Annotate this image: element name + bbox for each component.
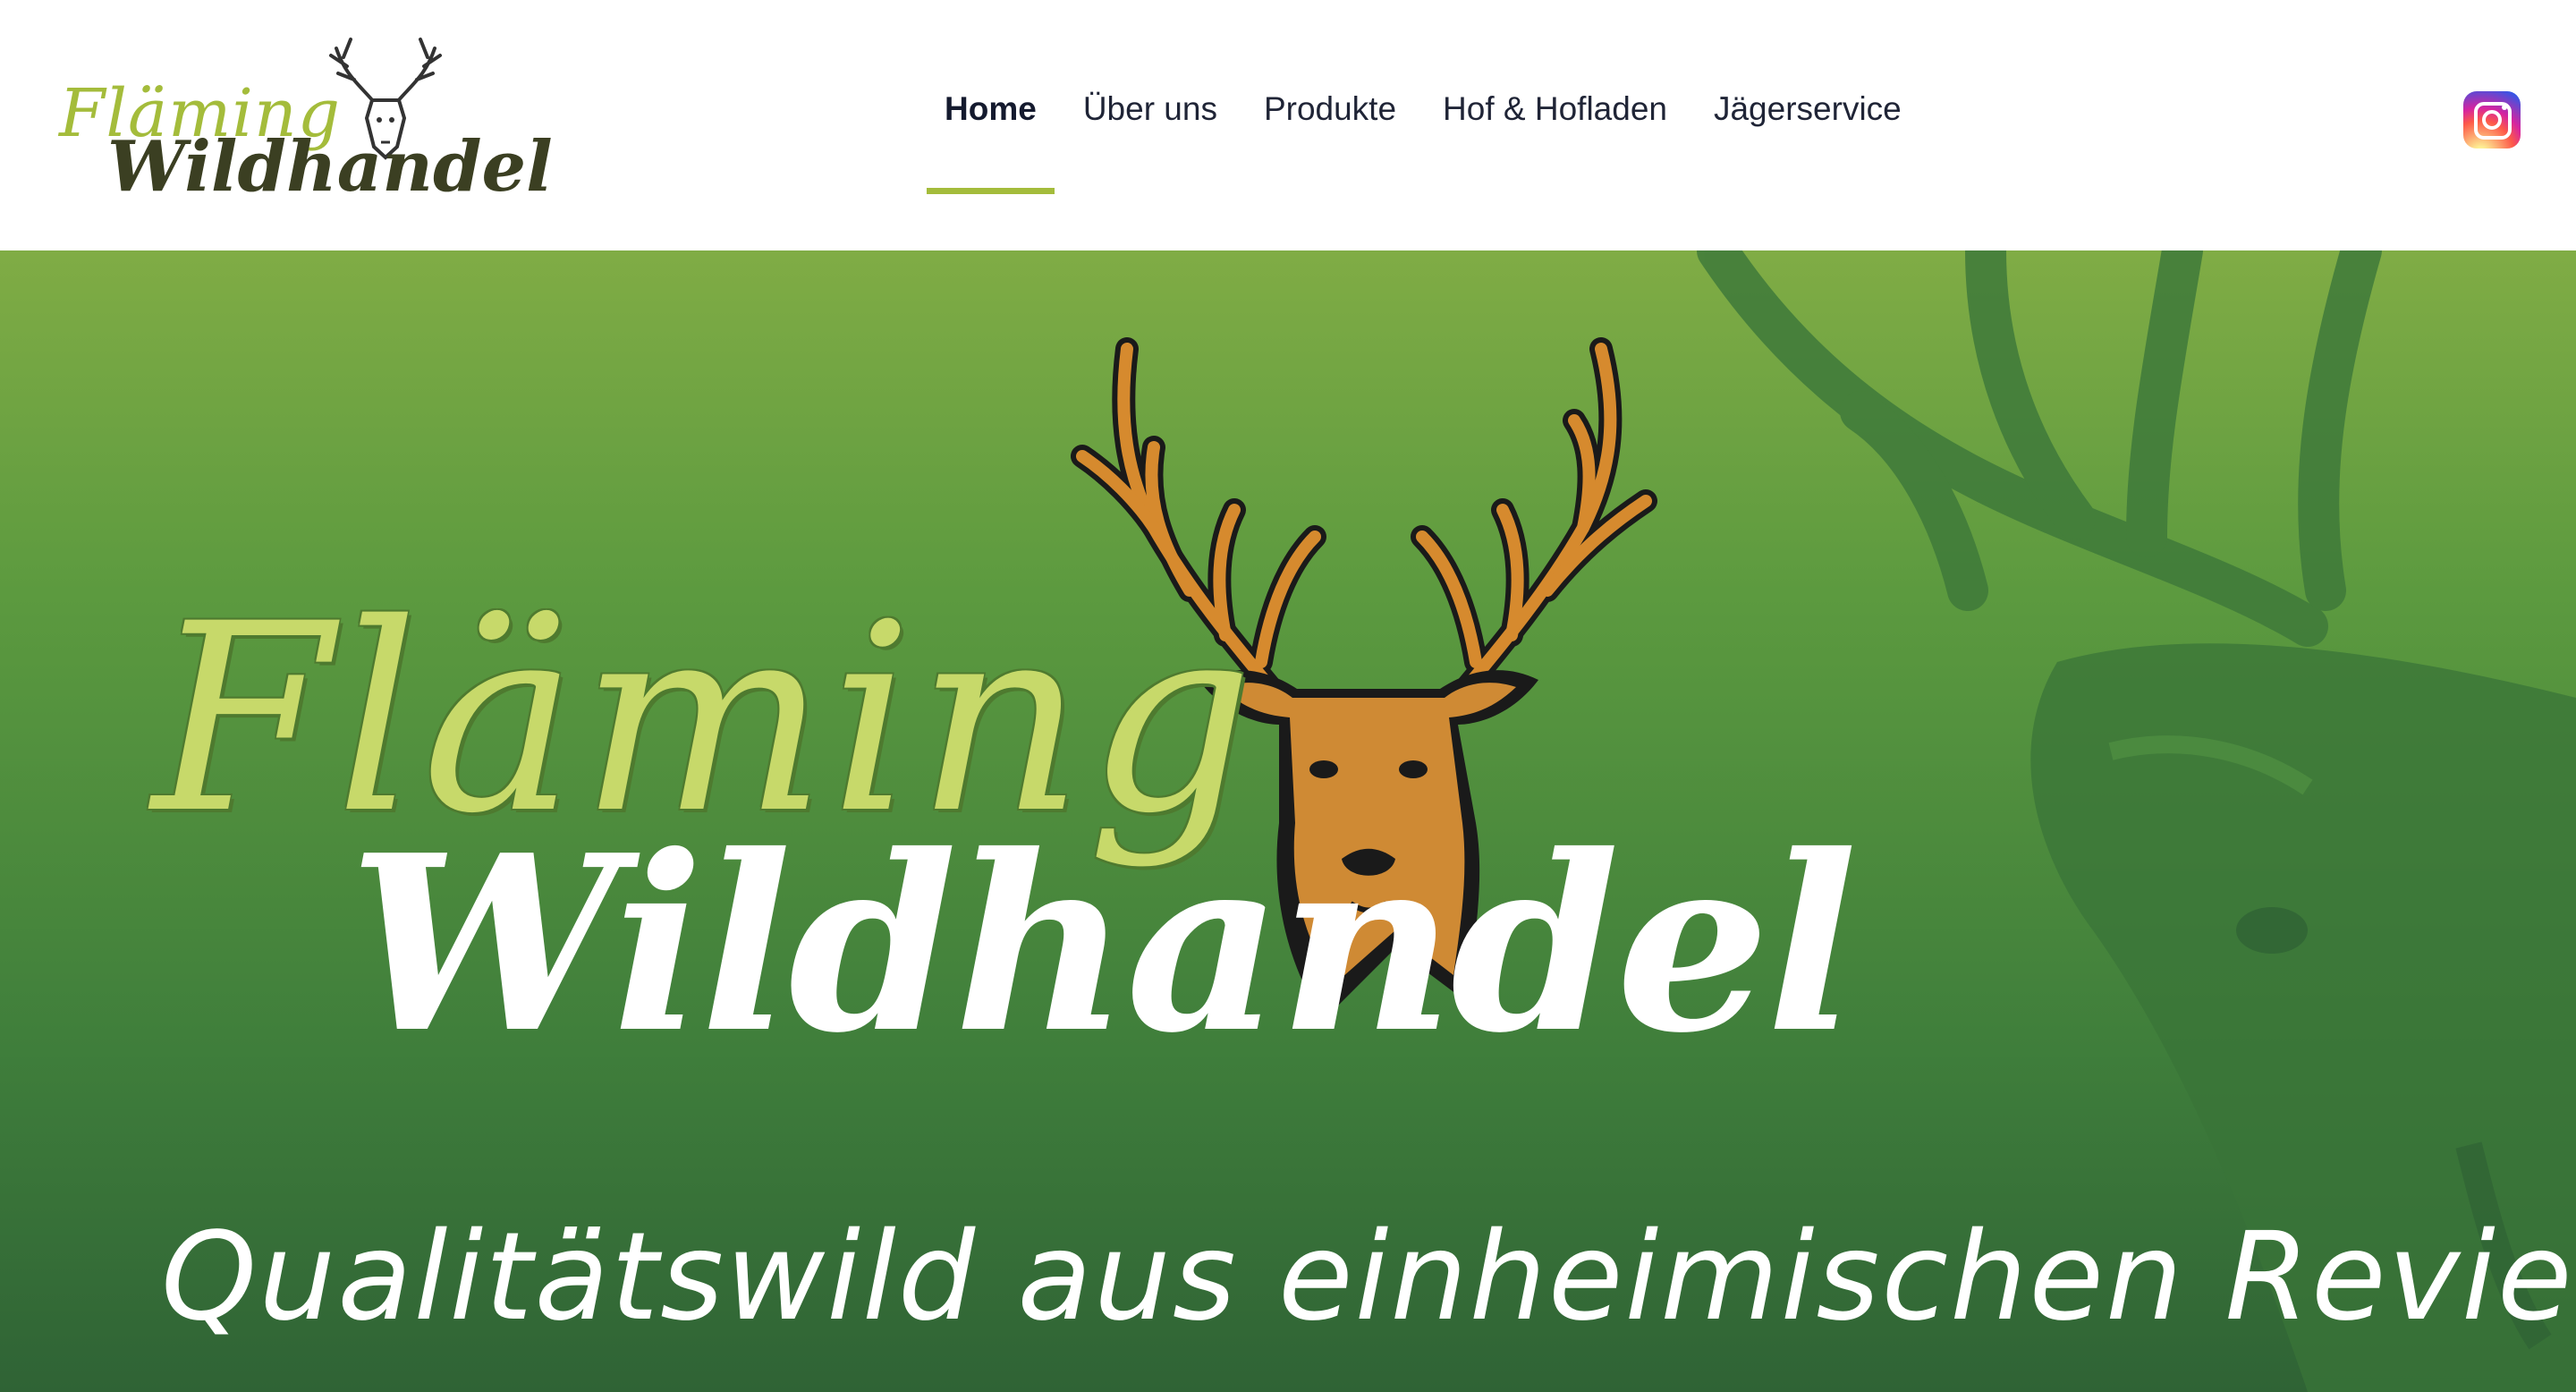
nav-item-hof-hofladen[interactable]: Hof & Hofladen [1425,89,1685,179]
site-logo[interactable]: Fläming Wildhandel [50,27,553,224]
hero-tagline: Qualitätswild aus einheimischen Revieren [161,1207,2576,1348]
main-navigation: Home Über uns Produkte Hof & Hofladen Jä… [927,89,1930,194]
instagram-icon[interactable] [2463,91,2521,149]
nav-item-home[interactable]: Home [927,89,1055,194]
nav-item-ueber-uns[interactable]: Über uns [1065,89,1235,179]
site-header: Fläming Wildhandel Home Über uns Produkt… [0,0,2576,250]
hero-banner: Fläming Wildhandel Qualitätswild aus ein… [0,250,2576,1392]
logo-text-wildhandel: Wildhandel [107,126,553,208]
nav-item-produkte[interactable]: Produkte [1246,89,1414,179]
nav-item-jaegerservice[interactable]: Jägerservice [1696,89,1919,179]
hero-title-wildhandel: Wildhandel [349,802,1858,1086]
